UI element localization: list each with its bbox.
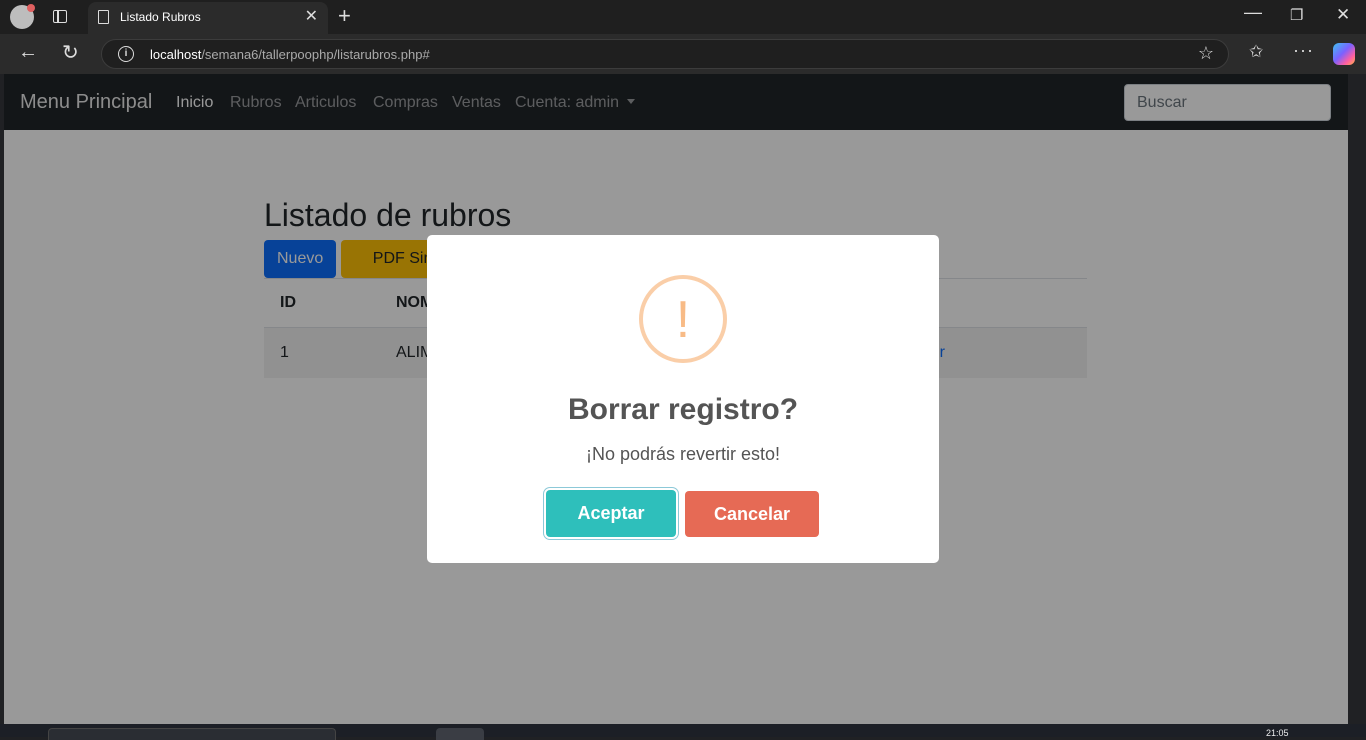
profile-avatar-icon[interactable] — [10, 4, 35, 29]
restore-icon[interactable]: ❐ — [1290, 6, 1303, 24]
address-bar[interactable]: i localhost/semana6/tallerpoophp/listaru… — [101, 39, 1229, 69]
close-tab-icon[interactable]: ✕ — [305, 8, 318, 26]
taskbar-active-app[interactable] — [436, 728, 484, 740]
browser-tab[interactable]: Listado Rubros ✕ — [88, 2, 328, 34]
page-icon — [98, 10, 109, 24]
tab-strip: Listado Rubros ✕ + — ❐ ✕ — [0, 0, 1366, 34]
minimize-icon[interactable]: — — [1244, 2, 1262, 23]
reload-icon[interactable]: ↻ — [62, 40, 79, 65]
confirm-dialog: ! Borrar registro? ¡No podrás revertir e… — [427, 235, 939, 563]
dialog-text: ¡No podrás revertir esto! — [585, 444, 781, 464]
url-path: /semana6/tallerpoophp/listarubros.php# — [201, 47, 430, 62]
url-text: localhost/semana6/tallerpoophp/listarubr… — [150, 47, 430, 62]
more-menu-icon[interactable]: ··· — [1293, 40, 1314, 61]
copilot-icon[interactable] — [1333, 43, 1355, 65]
favorite-star-icon[interactable]: ☆ — [1198, 43, 1214, 64]
tab-title: Listado Rubros — [120, 10, 201, 24]
browser-toolbar: ← ↻ i localhost/semana6/tallerpoophp/lis… — [0, 34, 1366, 74]
new-tab-icon[interactable]: + — [338, 3, 351, 29]
tab-actions-icon[interactable] — [53, 10, 67, 23]
accept-button[interactable]: Aceptar — [546, 490, 676, 537]
site-info-icon[interactable]: i — [118, 46, 134, 62]
taskbar-search[interactable] — [48, 728, 336, 740]
page-viewport: Menu Principal Inicio Rubros Articulos C… — [4, 74, 1348, 724]
cancel-button[interactable]: Cancelar — [685, 491, 819, 537]
warning-icon: ! — [639, 275, 727, 363]
close-window-icon[interactable]: ✕ — [1336, 5, 1350, 25]
favorites-icon[interactable]: ✩ — [1249, 42, 1263, 62]
url-host: localhost — [150, 47, 202, 62]
taskbar: 21:05 — [0, 724, 1366, 740]
dialog-title: Borrar registro? — [567, 393, 799, 426]
back-arrow-icon[interactable]: ← — [18, 41, 38, 64]
